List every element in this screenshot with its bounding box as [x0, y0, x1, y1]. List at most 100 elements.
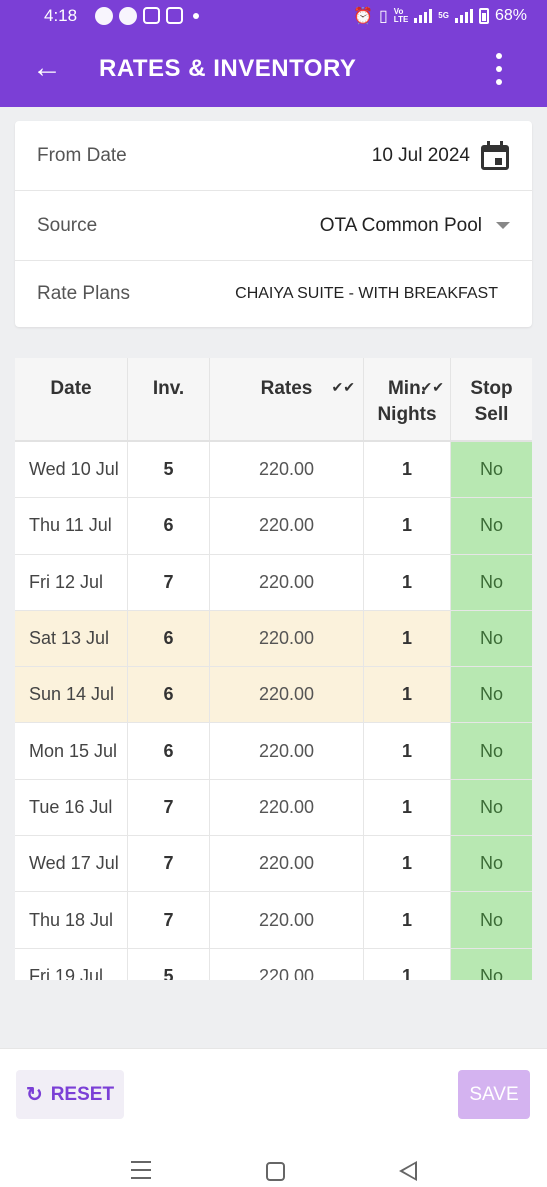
date-cell: Wed 10 Jul	[15, 442, 128, 498]
reset-button[interactable]: ↻ RESET	[16, 1070, 124, 1119]
stop-sell-cell[interactable]: No	[451, 610, 532, 667]
calendar-icon[interactable]	[480, 140, 510, 171]
date-cell: Wed 17 Jul	[15, 836, 128, 892]
min-nights-cell[interactable]: 1	[364, 498, 451, 554]
header-min-nights: Min. Nights ✔✔	[364, 358, 451, 440]
date-cell: Mon 15 Jul	[15, 723, 128, 779]
reset-label: RESET	[50, 1083, 115, 1105]
header-date: Date	[15, 358, 128, 440]
min-nights-cell[interactable]: 1	[364, 723, 451, 779]
rate-cell[interactable]: 220.00	[210, 723, 364, 779]
rate-cell[interactable]: 220.00	[210, 779, 364, 836]
source-select[interactable]: OTA Common Pool	[320, 215, 482, 237]
bulk-edit-min-nights-icon[interactable]: ✔✔	[421, 374, 444, 400]
stop-sell-cell[interactable]: No	[451, 723, 532, 779]
inventory-cell[interactable]: 7	[128, 554, 210, 610]
date-cell: Fri 19 Jul	[15, 948, 128, 980]
volte-icon: Vo LTE	[393, 6, 409, 24]
rates-inventory-table[interactable]: Date Inv. Rates ✔✔ Min. Nights ✔✔ Stop Sell …	[15, 358, 532, 980]
table-row[interactable]: Mon 15 Jul 6 220.00 1 No	[15, 723, 532, 780]
stop-sell-cell[interactable]: No	[451, 442, 532, 498]
home-icon[interactable]	[266, 1162, 285, 1181]
filter-card: From Date 10 Jul 2024 Source OTA Common …	[15, 121, 532, 327]
table-row[interactable]: Sun 14 Jul 6 220.00 1 No	[15, 667, 532, 724]
dropdown-caret-icon[interactable]	[496, 222, 510, 229]
table-body: Wed 10 Jul 5 220.00 1 No Thu 11 Jul 6 220.00 1 No…	[15, 442, 532, 980]
status-time: 4:18	[44, 5, 78, 25]
table-row[interactable]: Wed 10 Jul 5 220.00 1 No	[15, 442, 532, 499]
inventory-cell[interactable]: 6	[128, 723, 210, 779]
stop-sell-cell[interactable]: No	[451, 892, 532, 948]
save-button[interactable]: SAVE	[458, 1070, 530, 1119]
rate-cell[interactable]: 220.00	[210, 610, 364, 667]
min-nights-cell[interactable]: 1	[364, 610, 451, 667]
table-row[interactable]: Tue 16 Jul 7 220.00 1 No	[15, 779, 532, 837]
rate-cell[interactable]: 220.00	[210, 892, 364, 948]
source-label: Source	[37, 214, 98, 236]
rate-cell[interactable]: 220.00	[210, 442, 364, 498]
refresh-icon: ↻	[25, 1084, 43, 1106]
battery-percent: 68%	[494, 6, 527, 24]
back-arrow-icon[interactable]: ←	[32, 53, 64, 85]
rate-cell[interactable]: 220.00	[210, 498, 364, 554]
rate-plans-label: Rate Plans	[37, 283, 130, 304]
chat-bubble-icon	[95, 6, 114, 25]
inventory-cell[interactable]: 7	[128, 779, 210, 836]
inventory-cell[interactable]: 5	[128, 948, 210, 980]
table-row[interactable]: Thu 11 Jul 6 220.00 1 No	[15, 498, 532, 555]
min-nights-cell[interactable]: 1	[364, 779, 451, 836]
min-nights-cell[interactable]: 1	[364, 554, 451, 610]
stop-sell-cell[interactable]: No	[451, 498, 532, 554]
rate-cell[interactable]: 220.00	[210, 948, 364, 980]
min-nights-cell[interactable]: 1	[364, 836, 451, 892]
vibrate-icon: ▯	[378, 7, 388, 25]
min-nights-cell[interactable]: 1	[364, 948, 451, 980]
rate-cell[interactable]: 220.00	[210, 836, 364, 892]
signal-2-icon	[454, 8, 473, 23]
table-row[interactable]: Fri 12 Jul 7 220.00 1 No	[15, 554, 532, 611]
table-row[interactable]: Sat 13 Jul 6 220.00 1 No	[15, 610, 532, 668]
bulk-edit-rates-icon[interactable]: ✔✔	[332, 374, 355, 400]
alarm-icon: ⏰	[353, 7, 373, 25]
min-nights-cell[interactable]: 1	[364, 667, 451, 723]
save-label: SAVE	[469, 1083, 519, 1105]
from-date-label: From Date	[37, 144, 127, 166]
rate-plans-select[interactable]: CHAIYA SUITE - WITH BREAKFAST	[235, 285, 498, 303]
rate-plans-row[interactable]: Rate Plans CHAIYA SUITE - WITH BREAKFAST	[15, 261, 532, 327]
min-nights-cell[interactable]: 1	[364, 442, 451, 498]
stop-sell-cell[interactable]: No	[451, 948, 532, 980]
table-row[interactable]: Fri 19 Jul 5 220.00 1 No	[15, 948, 532, 980]
stop-sell-cell[interactable]: No	[451, 667, 532, 723]
page-title: RATES & INVENTORY	[99, 55, 357, 82]
inventory-cell[interactable]: 5	[128, 442, 210, 498]
status-bar: 4:18 ⏰ ▯ Vo LTE 5G 68%	[0, 0, 547, 31]
stop-sell-cell[interactable]: No	[451, 779, 532, 836]
stop-sell-cell[interactable]: No	[451, 554, 532, 610]
inventory-cell[interactable]: 7	[128, 836, 210, 892]
from-date-value[interactable]: 10 Jul 2024	[372, 145, 470, 167]
min-nights-cell[interactable]: 1	[364, 892, 451, 948]
date-cell: Fri 12 Jul	[15, 554, 128, 610]
app-notification-icon	[166, 7, 184, 24]
stop-sell-cell[interactable]: No	[451, 836, 532, 892]
more-options-icon[interactable]	[490, 53, 508, 85]
rate-cell[interactable]: 220.00	[210, 554, 364, 610]
inventory-cell[interactable]: 6	[128, 498, 210, 554]
table-row[interactable]: Wed 17 Jul 7 220.00 1 No	[15, 836, 532, 893]
from-date-row[interactable]: From Date 10 Jul 2024	[15, 121, 532, 191]
date-cell: Thu 18 Jul	[15, 892, 128, 948]
inventory-cell[interactable]: 6	[128, 610, 210, 667]
nav-back-icon[interactable]	[399, 1161, 417, 1181]
source-row[interactable]: Source OTA Common Pool	[15, 191, 532, 261]
messages-icon	[119, 6, 138, 25]
signal-icon	[414, 8, 433, 23]
app-bar: ← RATES & INVENTORY	[0, 31, 547, 107]
more-notifications-icon	[193, 12, 200, 19]
table-row[interactable]: Thu 18 Jul 7 220.00 1 No	[15, 892, 532, 949]
inventory-cell[interactable]: 7	[128, 892, 210, 948]
inventory-cell[interactable]: 6	[128, 667, 210, 723]
date-cell: Thu 11 Jul	[15, 498, 128, 554]
recent-apps-icon[interactable]	[131, 1161, 151, 1179]
date-cell: Tue 16 Jul	[15, 779, 128, 836]
rate-cell[interactable]: 220.00	[210, 667, 364, 723]
